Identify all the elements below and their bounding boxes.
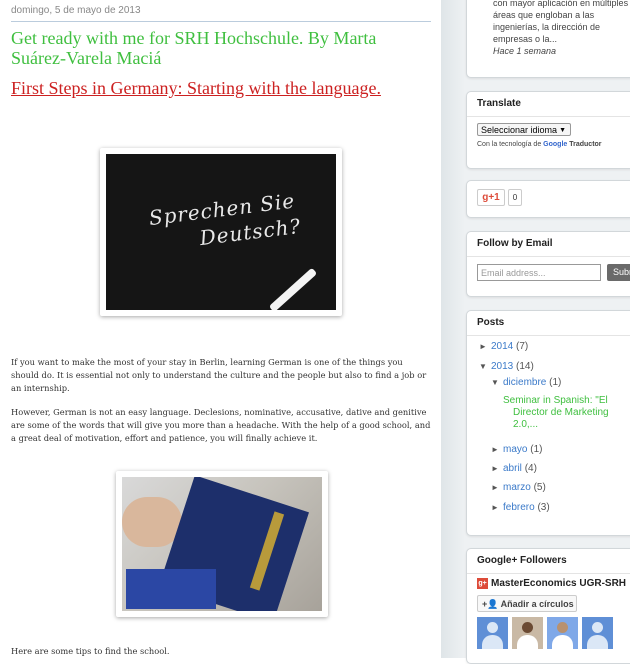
expand-right-icon[interactable]: ►	[491, 483, 503, 492]
archive-post-link[interactable]: Seminar in Spanish: "El Director de Mark…	[503, 395, 609, 431]
archive-month-marzo[interactable]: ► marzo (5)	[491, 482, 546, 493]
avatar[interactable]	[512, 617, 543, 649]
popular-snippet-age: Hace 1 semana	[493, 46, 557, 56]
powered-prefix: Con la tecnología de	[477, 141, 542, 148]
avatar[interactable]	[547, 617, 578, 649]
add-person-icon: +👤	[482, 599, 499, 609]
archive-heading: Posts	[477, 317, 505, 328]
expand-right-icon[interactable]: ►	[479, 342, 491, 351]
followers-page-name[interactable]: MasterEconomics UGR-SRH	[491, 578, 626, 589]
archive-month-febrero[interactable]: ► febrero (3)	[491, 502, 550, 513]
powered-by: Con la tecnología de Google Traductor	[477, 141, 602, 148]
chalkboard-image: Sprechen Sie Deutsch?	[106, 154, 336, 310]
archive-widget: Posts ► 2014 (7) ▼ 2013 (14) ▼ diciembre (1…	[466, 310, 630, 536]
expand-right-icon[interactable]: ►	[491, 445, 503, 454]
add-to-circles-button[interactable]: +👤 Añadir a círculos	[477, 595, 577, 612]
popular-posts-widget: con mayor aplicación en múltiples áreas …	[466, 0, 630, 78]
post-paragraph-2: However, German is not an easy language.…	[11, 407, 431, 443]
email-field[interactable]: Email address...	[477, 264, 601, 281]
post-link-line-1: Seminar in Spanish: "El	[503, 395, 608, 406]
language-select-label: Seleccionar idioma	[481, 125, 558, 135]
gplus-widget: g+1 0	[466, 180, 630, 218]
english-book	[126, 569, 216, 609]
archive-month-diciembre[interactable]: ▼ diciembre (1)	[491, 377, 561, 388]
chalkboard-photo[interactable]: Sprechen Sie Deutsch?	[100, 148, 342, 316]
popular-snippet-line-4: empresas o la...	[493, 34, 558, 44]
followers-divider	[467, 573, 630, 574]
post-paragraph-3: Here are some tips to find the school.	[11, 646, 170, 656]
popular-snippet-line-1: con mayor aplicación en múltiples	[493, 0, 629, 8]
submit-button[interactable]: Submit	[607, 264, 630, 281]
date-divider	[11, 21, 431, 22]
archive-month-mayo[interactable]: ► mayo (1)	[491, 444, 542, 455]
google-logo[interactable]: Google	[543, 141, 567, 148]
expand-right-icon[interactable]: ►	[491, 464, 503, 473]
follow-email-widget: Follow by Email Email address... Submit	[466, 231, 630, 297]
gplus-followers-widget: Google+ Followers g+ MasterEconomics UGR…	[466, 548, 630, 664]
add-to-circles-label: Añadir a círculos	[500, 599, 574, 609]
followers-heading: Google+ Followers	[477, 555, 567, 566]
avatar[interactable]	[477, 617, 508, 649]
follow-divider	[467, 256, 630, 257]
gplus-count: 0	[508, 189, 522, 206]
translate-divider	[467, 116, 630, 117]
chevron-down-icon: ▼	[559, 127, 566, 134]
post-link-line-2: Director de Marketing	[513, 407, 609, 418]
chalk-stick	[268, 267, 318, 310]
post-link-line-3: 2.0,...	[513, 419, 539, 430]
dictionary-image	[122, 477, 322, 611]
gplus-one-button[interactable]: g+1	[477, 189, 505, 206]
follow-heading: Follow by Email	[477, 238, 553, 249]
traductor-link[interactable]: Traductor	[569, 141, 601, 148]
gplus-logo-icon: g+	[477, 578, 488, 589]
archive-month-abril[interactable]: ► abril (4)	[491, 463, 537, 474]
translate-heading: Translate	[477, 98, 521, 109]
archive-year-2013[interactable]: ▼ 2013 (14)	[479, 361, 534, 372]
post-date: domingo, 5 de mayo de 2013	[11, 5, 141, 16]
post-title[interactable]: Get ready with me for SRH Hochschule. By…	[11, 28, 431, 68]
dictionary-photo[interactable]	[116, 471, 328, 617]
expand-right-icon[interactable]: ►	[491, 503, 503, 512]
popular-snippet-line-3: ingenierías, la dirección de	[493, 22, 601, 32]
expand-down-icon[interactable]: ▼	[491, 378, 503, 387]
popular-snippet-line-2: áreas que engloban a las	[493, 10, 595, 20]
language-select[interactable]: Seleccionar idioma ▼	[477, 123, 571, 136]
archive-year-2014[interactable]: ► 2014 (7)	[479, 341, 528, 352]
post-paragraph-1: If you want to make the most of your sta…	[11, 357, 427, 393]
translate-widget: Translate Seleccionar idioma ▼ Con la te…	[466, 91, 630, 169]
main-column: domingo, 5 de mayo de 2013 Get ready wit…	[0, 0, 440, 658]
expand-down-icon[interactable]: ▼	[479, 362, 491, 371]
sidebar-shadow	[441, 0, 465, 658]
chalkboard-text: Sprechen Sie Deutsch?	[147, 187, 303, 257]
archive-divider	[467, 335, 630, 336]
post-subtitle[interactable]: First Steps in Germany: Starting with th…	[11, 78, 431, 99]
avatar[interactable]	[582, 617, 613, 649]
